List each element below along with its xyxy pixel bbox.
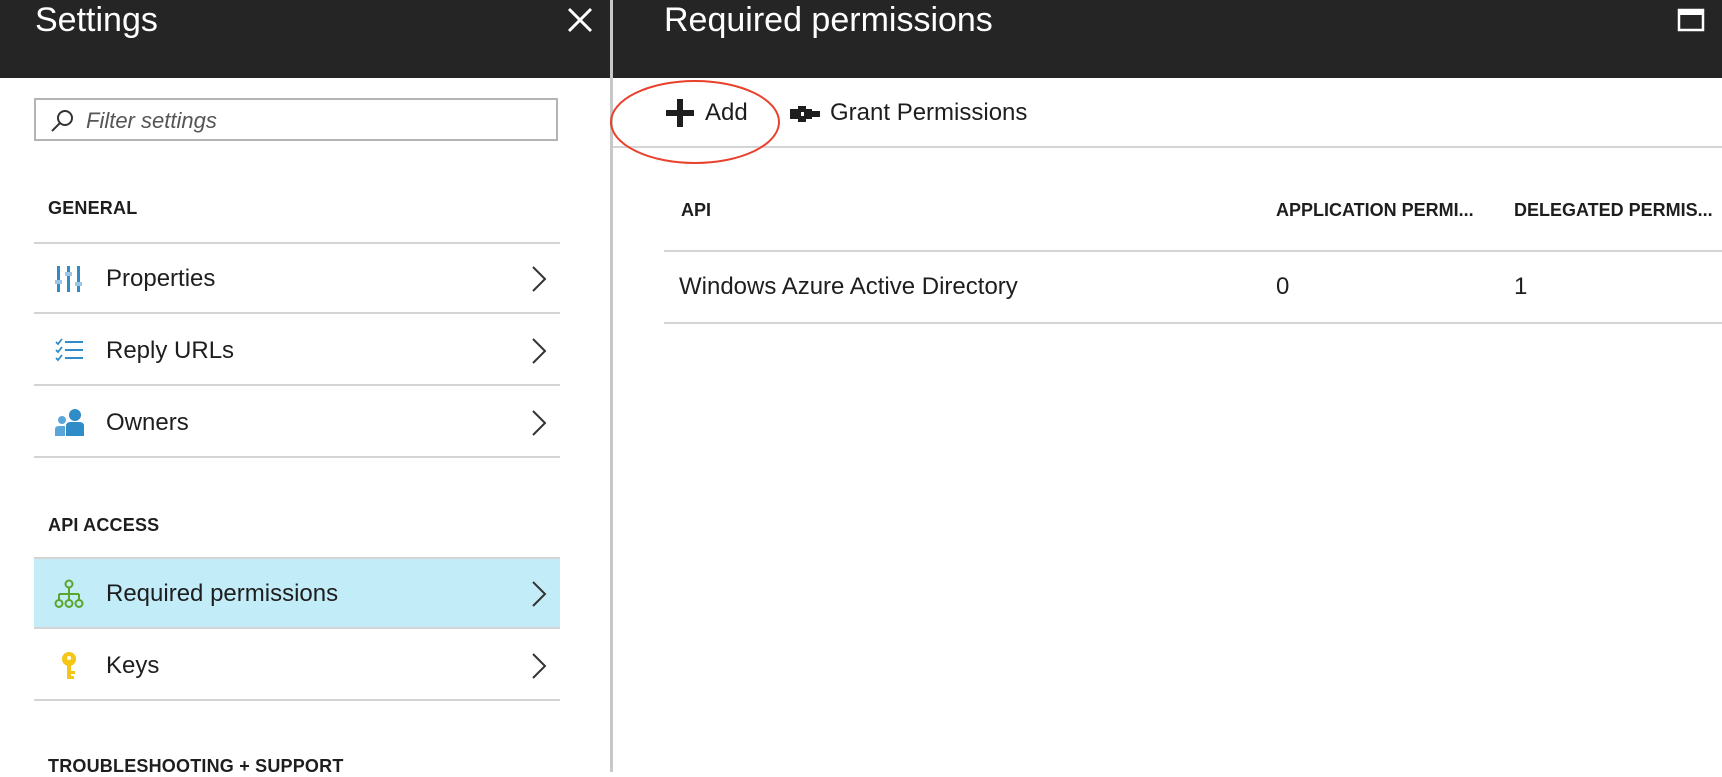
nav-label-reply-urls: Reply URLs — [106, 337, 235, 364]
nav-item-keys[interactable]: Keys — [34, 631, 560, 701]
grant-permissions-button[interactable]: Grant Permissions — [788, 96, 1028, 130]
close-icon[interactable] — [563, 3, 597, 37]
maximize-icon[interactable] — [1677, 8, 1705, 32]
nav-item-properties[interactable]: Properties — [34, 244, 560, 314]
search-icon — [51, 110, 73, 132]
section-header-general: GENERAL — [48, 198, 138, 218]
column-header-application-permissions: APPLICATION PERMI... — [1276, 200, 1474, 220]
permissions-title: Required permissions — [664, 1, 993, 39]
settings-title: Settings — [35, 1, 158, 39]
cell-application-permissions: 0 — [1276, 273, 1290, 300]
filter-settings-field[interactable] — [34, 98, 558, 141]
column-header-delegated-permissions: DELEGATED PERMIS... — [1514, 200, 1713, 220]
hierarchy-icon — [54, 579, 84, 608]
add-button[interactable]: Add — [664, 96, 764, 130]
nav-item-owners[interactable]: Owners — [34, 388, 560, 458]
section-header-troubleshooting: TROUBLESHOOTING + SUPPORT — [48, 756, 344, 776]
table-row[interactable]: Windows Azure Active Directory 0 1 — [664, 252, 1722, 322]
properties-icon — [55, 266, 82, 292]
chevron-right-icon — [532, 581, 547, 607]
checklist-icon — [55, 338, 83, 362]
permissions-header: Required permissions — [613, 0, 1722, 78]
nav-label-keys: Keys — [106, 652, 160, 679]
plus-icon — [666, 99, 694, 127]
nav-label-required-permissions: Required permissions — [106, 580, 339, 607]
filter-settings-input[interactable] — [84, 104, 548, 138]
cell-delegated-permissions: 1 — [1514, 273, 1528, 300]
add-label: Add — [705, 99, 748, 126]
column-header-api: API — [681, 200, 712, 220]
cell-api: Windows Azure Active Directory — [679, 273, 1018, 300]
chevron-right-icon — [532, 410, 547, 436]
owners-icon — [55, 409, 84, 436]
chevron-right-icon — [532, 653, 547, 679]
settings-blade: Settings GENERAL Properties — [0, 0, 610, 776]
nav-item-reply-urls[interactable]: Reply URLs — [34, 316, 560, 386]
table-row-rule — [664, 322, 1722, 324]
key-icon — [62, 652, 76, 679]
nav-label-properties: Properties — [106, 265, 216, 292]
nav-label-owners: Owners — [106, 409, 189, 436]
required-permissions-blade: Required permissions Add Grant Permissio… — [610, 0, 1722, 772]
permissions-toolbar: Add Grant Permissions — [613, 78, 1722, 148]
settings-header: Settings — [0, 0, 610, 78]
grant-permissions-icon — [790, 106, 820, 122]
nav-item-required-permissions[interactable]: Required permissions — [34, 559, 560, 629]
section-header-api-access: API ACCESS — [48, 515, 160, 535]
grant-permissions-label: Grant Permissions — [830, 99, 1028, 126]
chevron-right-icon — [532, 266, 547, 292]
chevron-right-icon — [532, 338, 547, 364]
